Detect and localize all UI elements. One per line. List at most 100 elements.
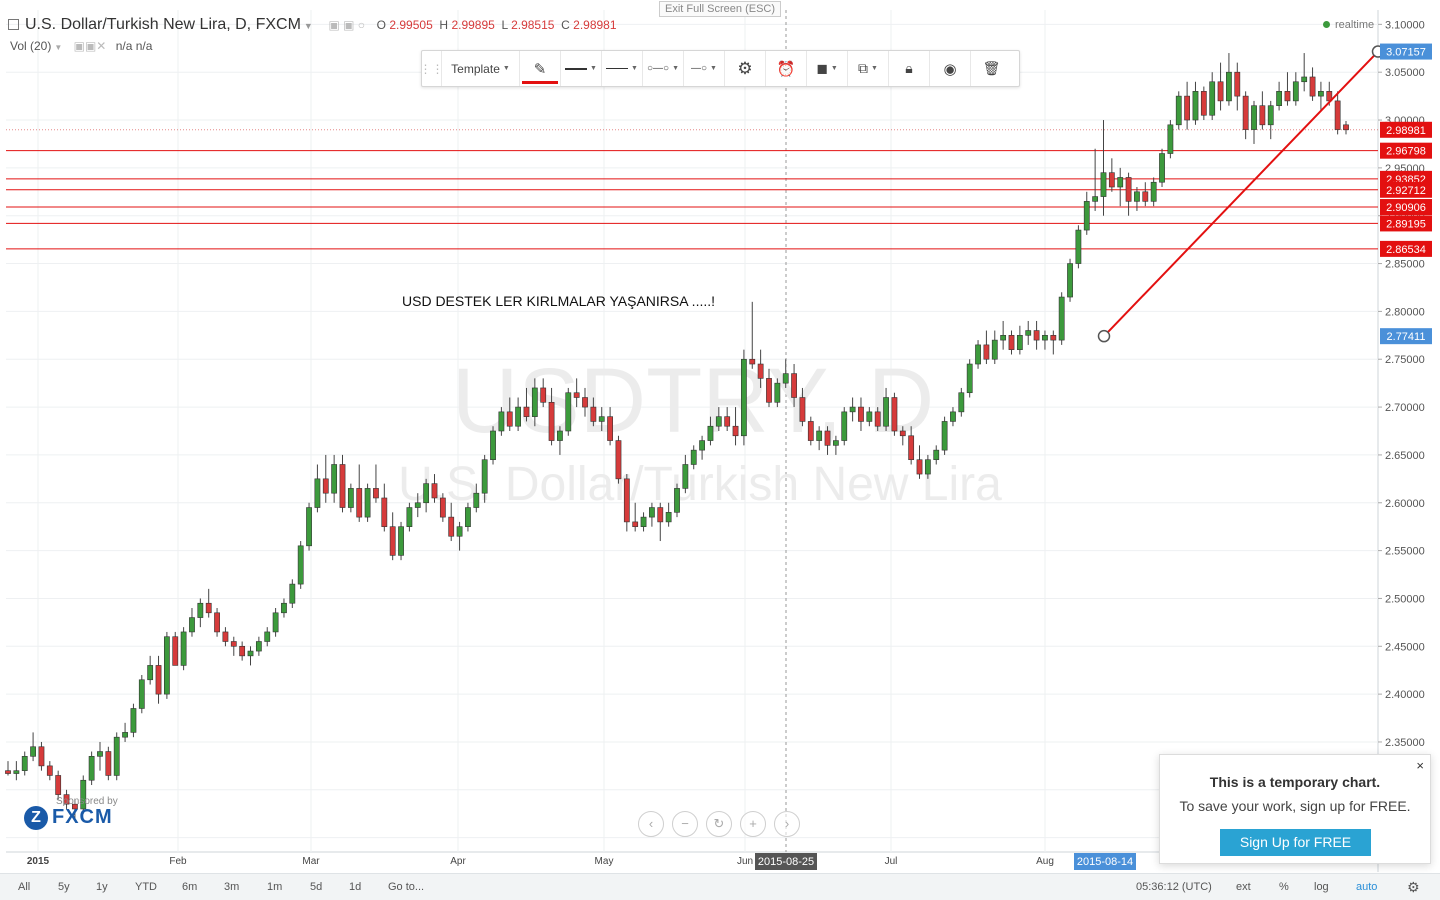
y-tick-label: 2.65000 xyxy=(1385,450,1425,462)
popup-title: This is a temporary chart. xyxy=(1209,774,1381,790)
visibility-button[interactable]: ◉ xyxy=(930,51,971,86)
candle-body xyxy=(958,392,965,413)
range-1m[interactable]: 1m xyxy=(267,879,282,895)
candle xyxy=(331,454,338,503)
line-dash-button[interactable]: ○—○ ▼ xyxy=(643,51,684,86)
candle-body xyxy=(1100,172,1107,197)
lock-button[interactable]: 🔒︎ xyxy=(889,51,930,86)
candle xyxy=(138,674,145,714)
candle xyxy=(1343,120,1349,135)
candle-body xyxy=(122,732,128,738)
auto-toggle[interactable]: auto xyxy=(1356,879,1377,895)
range-6m[interactable]: 6m xyxy=(182,879,197,895)
settings-button[interactable]: ⚙ xyxy=(725,51,766,86)
candle-body xyxy=(816,430,823,441)
candle-body xyxy=(874,411,881,427)
range-1d[interactable]: 1d xyxy=(349,879,361,895)
ext-toggle[interactable]: ext xyxy=(1236,879,1251,895)
range-1y[interactable]: 1y xyxy=(96,879,108,895)
candle-body xyxy=(983,344,990,360)
candle-body xyxy=(339,464,346,508)
candle xyxy=(398,521,404,561)
sponsor-block[interactable]: Sponsored by Z FXCM xyxy=(24,796,134,832)
chevron-down-icon[interactable]: ▼ xyxy=(304,21,313,31)
candle-body xyxy=(439,497,446,518)
candle-body xyxy=(523,406,530,417)
candle-body xyxy=(607,416,613,441)
legend-buttons[interactable]: ▣ ▣ ○ xyxy=(328,18,365,32)
candle xyxy=(281,598,287,618)
close-icon[interactable]: × xyxy=(1416,758,1424,773)
symbol-square-icon[interactable] xyxy=(8,19,19,30)
percent-toggle[interactable]: % xyxy=(1279,879,1289,895)
candle-body xyxy=(414,502,421,508)
candle-body xyxy=(649,507,655,518)
candle xyxy=(1226,53,1232,106)
chevron-down-icon: ▼ xyxy=(710,65,717,72)
trend-handle-start[interactable] xyxy=(1097,329,1111,343)
log-toggle[interactable]: log xyxy=(1314,879,1329,895)
line-date-label: 2015-08-14 xyxy=(1077,856,1133,868)
alert-button[interactable]: ⏰ xyxy=(766,51,807,86)
chart-annotation[interactable]: USD DESTEK LER KIRLMALAR YAŞANIRSA .....… xyxy=(402,293,715,309)
candle-body xyxy=(732,425,739,437)
candle-body xyxy=(1025,330,1032,336)
bring-front-button[interactable]: ◼ ▼ xyxy=(807,51,848,86)
signup-button[interactable]: Sign Up for FREE xyxy=(1220,829,1371,856)
line-end-button[interactable]: —○ ▼ xyxy=(684,51,725,86)
delete-button[interactable]: 🗑︎ xyxy=(971,51,1012,86)
volume-title[interactable]: Vol (20) xyxy=(10,39,51,53)
candle-body xyxy=(155,665,162,695)
reset-button[interactable]: ↻ xyxy=(706,811,732,837)
line-width-button[interactable]: ▼ xyxy=(602,51,643,86)
candle-body xyxy=(222,631,229,642)
candle xyxy=(1092,148,1099,211)
chevron-down-icon[interactable]: ▼ xyxy=(54,43,62,52)
range-3m[interactable]: 3m xyxy=(224,879,239,895)
candle-body xyxy=(1117,177,1124,188)
x-tick-label: Apr xyxy=(450,856,466,867)
gear-icon[interactable]: ⚙ xyxy=(1407,879,1420,895)
candle xyxy=(983,330,990,365)
scroll-left-button[interactable]: ‹ xyxy=(638,811,664,837)
candle-body xyxy=(1318,91,1324,97)
candle-body xyxy=(1217,81,1224,102)
legend-buttons[interactable]: ▣▣✕ xyxy=(74,39,107,53)
candle-body xyxy=(1226,71,1232,102)
candle-body xyxy=(306,507,312,547)
range-all[interactable]: All xyxy=(18,879,30,895)
candle-body xyxy=(322,478,329,494)
line-style-button[interactable]: ▼ xyxy=(561,51,602,86)
range-ytd[interactable]: YTD xyxy=(135,879,157,895)
candle-body xyxy=(515,406,522,427)
candle-body xyxy=(1259,105,1266,126)
clone-button[interactable]: ⧉ ▼ xyxy=(848,51,889,86)
candle-body xyxy=(1067,263,1073,298)
candle xyxy=(373,464,379,503)
high-label: H xyxy=(439,18,449,32)
symbol-title[interactable]: U.S. Dollar/Turkish New Lira, D, FXCM xyxy=(25,16,301,33)
range-5d[interactable]: 5d xyxy=(310,879,322,895)
time-axis: 2015 Feb Mar Apr May Jun Jul Aug 2015-08-25 2015-… xyxy=(27,853,1136,870)
candle xyxy=(230,636,237,656)
scroll-right-button[interactable]: › xyxy=(774,811,800,837)
candle-body xyxy=(548,401,555,441)
drag-handle-icon[interactable]: ⋮⋮ xyxy=(420,51,444,86)
zoom-out-button[interactable]: − xyxy=(672,811,698,837)
candle-body xyxy=(1184,95,1191,121)
candle xyxy=(214,608,220,637)
zoom-in-button[interactable]: + xyxy=(740,811,766,837)
pencil-color-button[interactable]: ✎ xyxy=(520,51,561,86)
candle-body xyxy=(991,339,998,360)
candle xyxy=(1292,72,1299,106)
candle-body xyxy=(799,397,806,422)
candle-body xyxy=(682,464,689,489)
range-5y[interactable]: 5y xyxy=(58,879,70,895)
popup-text: To save your work, sign up for FREE. xyxy=(1179,798,1411,814)
template-dropdown[interactable]: Template ▼ xyxy=(442,51,520,86)
candle xyxy=(1042,330,1048,350)
candle-body xyxy=(933,449,940,461)
goto-button[interactable]: Go to... xyxy=(388,879,424,895)
exit-fullscreen-button[interactable]: Exit Full Screen (ESC) xyxy=(659,1,781,17)
candle xyxy=(339,454,346,513)
